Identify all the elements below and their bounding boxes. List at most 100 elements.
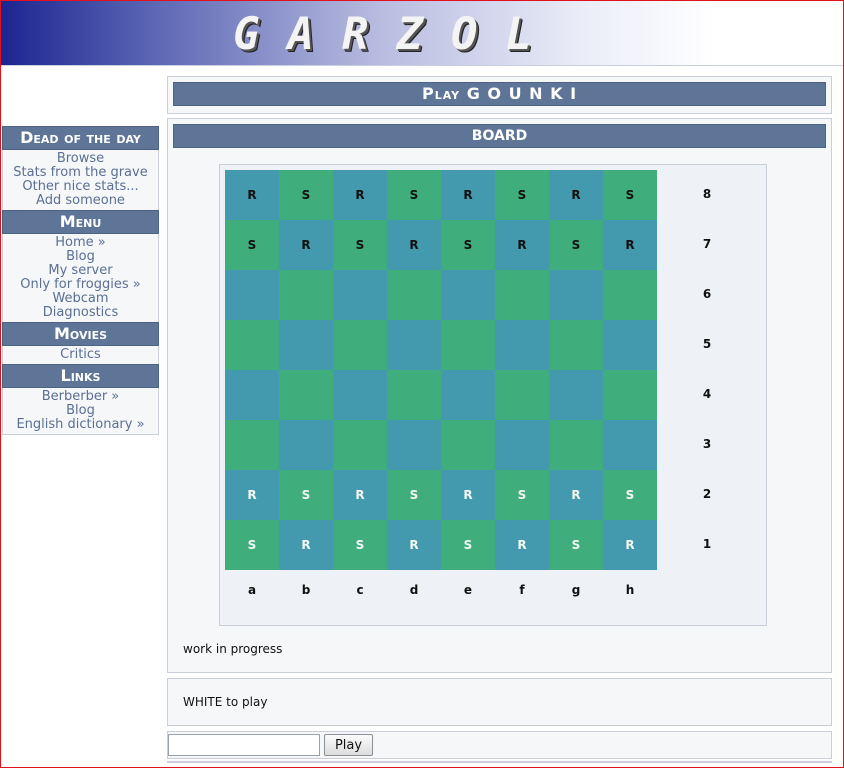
board-square-d1[interactable]: R bbox=[387, 520, 441, 570]
board-square-f6[interactable] bbox=[495, 270, 549, 320]
board-square-g3[interactable] bbox=[549, 420, 603, 470]
sidebar-link[interactable]: Berberber » bbox=[3, 390, 158, 404]
board-square-c3[interactable] bbox=[333, 420, 387, 470]
board-square-b2[interactable]: S bbox=[279, 470, 333, 520]
sidebar-link[interactable]: Add someone bbox=[3, 194, 158, 208]
board-square-a3[interactable] bbox=[225, 420, 279, 470]
board-square-h7[interactable]: R bbox=[603, 220, 657, 270]
sidebar: Dead of the day Browse Stats from the grav… bbox=[2, 126, 159, 435]
status-text: work in progress bbox=[183, 642, 283, 656]
board-square-b7[interactable]: R bbox=[279, 220, 333, 270]
board-square-e4[interactable] bbox=[441, 370, 495, 420]
board-square-e1[interactable]: S bbox=[441, 520, 495, 570]
sidebar-link[interactable]: Other nice stats... bbox=[3, 180, 158, 194]
board-square-b3[interactable] bbox=[279, 420, 333, 470]
sidebar-link[interactable]: My server bbox=[3, 264, 158, 278]
board-square-a4[interactable] bbox=[225, 370, 279, 420]
board-square-b4[interactable] bbox=[279, 370, 333, 420]
rank-label: 1 bbox=[702, 537, 712, 551]
sidebar-link[interactable]: Stats from the grave bbox=[3, 166, 158, 180]
sidebar-link[interactable]: Home » bbox=[3, 236, 158, 250]
file-label: g bbox=[571, 583, 581, 597]
board-square-a5[interactable] bbox=[225, 320, 279, 370]
board-square-b1[interactable]: R bbox=[279, 520, 333, 570]
board-square-b6[interactable] bbox=[279, 270, 333, 320]
move-input[interactable] bbox=[168, 734, 320, 756]
board-square-g1[interactable]: S bbox=[549, 520, 603, 570]
board-square-c8[interactable]: R bbox=[333, 170, 387, 220]
play-button[interactable]: Play bbox=[324, 734, 373, 756]
board-square-g6[interactable] bbox=[549, 270, 603, 320]
board-panel: BOARD RSRSRSRSSRSRSRSRRSRSRSRSSRSRSRSR 8… bbox=[167, 118, 832, 673]
board-heading: BOARD bbox=[173, 124, 826, 148]
board-square-b8[interactable]: S bbox=[279, 170, 333, 220]
board-square-h5[interactable] bbox=[603, 320, 657, 370]
board-square-h3[interactable] bbox=[603, 420, 657, 470]
sidebar-section-title: Links bbox=[2, 364, 159, 388]
sidebar-link[interactable]: Browse bbox=[3, 152, 158, 166]
board-square-e5[interactable] bbox=[441, 320, 495, 370]
divider bbox=[167, 761, 832, 763]
board-square-a2[interactable]: R bbox=[225, 470, 279, 520]
sidebar-link[interactable]: Webcam bbox=[3, 292, 158, 306]
board-square-c5[interactable] bbox=[333, 320, 387, 370]
board-square-g8[interactable]: R bbox=[549, 170, 603, 220]
rank-label: 6 bbox=[702, 287, 712, 301]
board-square-e2[interactable]: R bbox=[441, 470, 495, 520]
board-square-f1[interactable]: R bbox=[495, 520, 549, 570]
board-square-d5[interactable] bbox=[387, 320, 441, 370]
sidebar-link-list: Home » Blog My server Only for froggies » We… bbox=[2, 234, 159, 322]
board-square-c2[interactable]: R bbox=[333, 470, 387, 520]
sidebar-link[interactable]: Blog bbox=[3, 250, 158, 264]
board-square-d7[interactable]: R bbox=[387, 220, 441, 270]
board-square-a6[interactable] bbox=[225, 270, 279, 320]
board-square-a8[interactable]: R bbox=[225, 170, 279, 220]
board-grid: RSRSRSRSSRSRSRSRRSRSRSRSSRSRSRSR bbox=[225, 170, 657, 570]
board-square-a1[interactable]: S bbox=[225, 520, 279, 570]
sidebar-link[interactable]: English dictionary » bbox=[3, 418, 158, 432]
board-square-d2[interactable]: S bbox=[387, 470, 441, 520]
board-square-h4[interactable] bbox=[603, 370, 657, 420]
board-square-f2[interactable]: S bbox=[495, 470, 549, 520]
board-square-c1[interactable]: S bbox=[333, 520, 387, 570]
board-square-d8[interactable]: S bbox=[387, 170, 441, 220]
board-square-a7[interactable]: S bbox=[225, 220, 279, 270]
sidebar-link[interactable]: Blog bbox=[3, 404, 158, 418]
board-square-f4[interactable] bbox=[495, 370, 549, 420]
board-square-f7[interactable]: R bbox=[495, 220, 549, 270]
file-label: d bbox=[409, 583, 419, 597]
rank-label: 5 bbox=[702, 337, 712, 351]
rank-label: 8 bbox=[702, 187, 712, 201]
file-label: e bbox=[463, 583, 473, 597]
board-square-h1[interactable]: R bbox=[603, 520, 657, 570]
board-square-d4[interactable] bbox=[387, 370, 441, 420]
board-square-h8[interactable]: S bbox=[603, 170, 657, 220]
board-square-c6[interactable] bbox=[333, 270, 387, 320]
sidebar-section-title: Dead of the day bbox=[2, 126, 159, 150]
board-square-g5[interactable] bbox=[549, 320, 603, 370]
board-square-g2[interactable]: R bbox=[549, 470, 603, 520]
board-square-d3[interactable] bbox=[387, 420, 441, 470]
sidebar-link[interactable]: Critics bbox=[3, 348, 158, 362]
rank-label: 4 bbox=[702, 387, 712, 401]
board-square-b5[interactable] bbox=[279, 320, 333, 370]
sidebar-link[interactable]: Diagnostics bbox=[3, 306, 158, 320]
board-square-e7[interactable]: S bbox=[441, 220, 495, 270]
board-square-c7[interactable]: S bbox=[333, 220, 387, 270]
board-square-e6[interactable] bbox=[441, 270, 495, 320]
board-square-e8[interactable]: R bbox=[441, 170, 495, 220]
board-square-g7[interactable]: S bbox=[549, 220, 603, 270]
board-square-e3[interactable] bbox=[441, 420, 495, 470]
sidebar-link[interactable]: Only for froggies » bbox=[3, 278, 158, 292]
board-square-h2[interactable]: S bbox=[603, 470, 657, 520]
board-square-g4[interactable] bbox=[549, 370, 603, 420]
board-square-h6[interactable] bbox=[603, 270, 657, 320]
board-square-c4[interactable] bbox=[333, 370, 387, 420]
game-board: RSRSRSRSSRSRSRSRRSRSRSRSSRSRSRSR 8765432… bbox=[219, 164, 767, 626]
file-label: f bbox=[519, 583, 525, 597]
site-logo[interactable]: GARZOL bbox=[233, 9, 560, 60]
board-square-f3[interactable] bbox=[495, 420, 549, 470]
board-square-f5[interactable] bbox=[495, 320, 549, 370]
board-square-d6[interactable] bbox=[387, 270, 441, 320]
board-square-f8[interactable]: S bbox=[495, 170, 549, 220]
